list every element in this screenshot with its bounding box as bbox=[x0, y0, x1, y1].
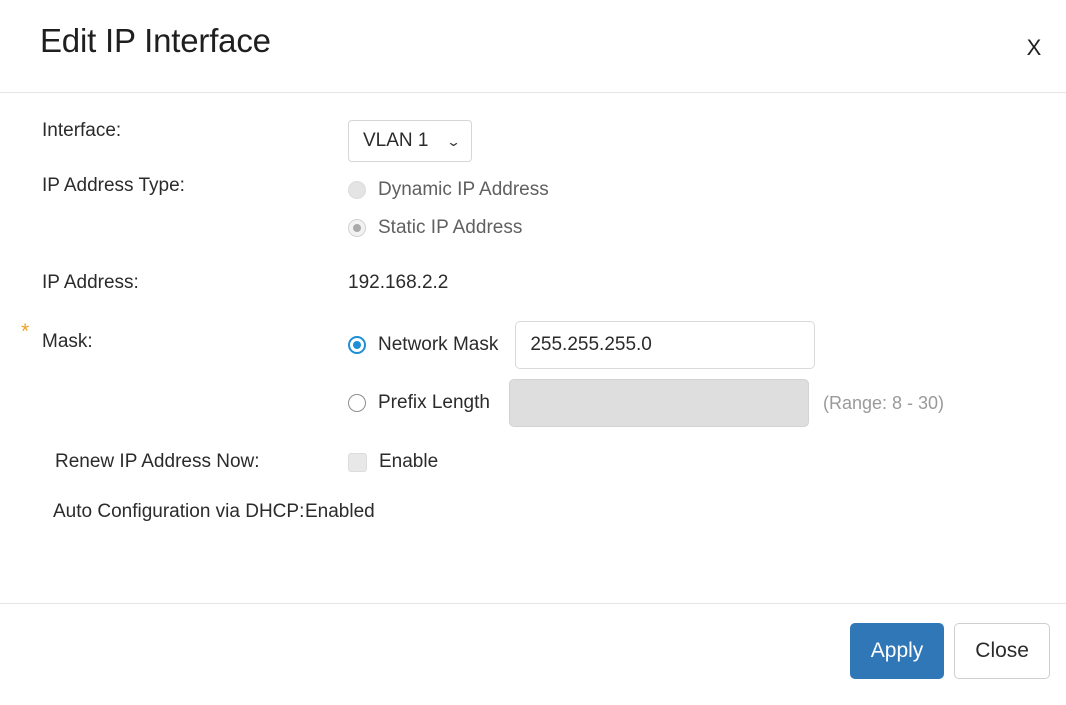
ip-address-label: IP Address: bbox=[42, 272, 139, 293]
network-mask-input[interactable] bbox=[515, 321, 816, 369]
radio-network-mask-control[interactable] bbox=[348, 336, 366, 354]
row-interface: Interface: VLAN 1 ⌄ bbox=[0, 120, 1066, 162]
mask-label-col: * Mask: bbox=[0, 321, 348, 353]
row-mask: * Mask: Network Mask Prefix Length (Rang… bbox=[0, 321, 1066, 427]
apply-button[interactable]: Apply bbox=[849, 623, 945, 679]
auto-config-value: Enabled bbox=[305, 501, 375, 522]
radio-dynamic-ip-address-control[interactable] bbox=[348, 181, 366, 199]
row-ip-address-type: IP Address Type: Dynamic IP Address Stat… bbox=[0, 175, 1066, 243]
radio-prefix-length-label: Prefix Length bbox=[378, 392, 490, 413]
radio-static-ip-address-control[interactable] bbox=[348, 219, 366, 237]
row-ip-address: IP Address: 192.168.2.2 bbox=[0, 272, 1066, 294]
edit-ip-interface-dialog: Edit IP Interface X Interface: VLAN 1 ⌄ … bbox=[0, 0, 1066, 705]
close-icon[interactable]: X bbox=[1017, 31, 1051, 65]
renew-ip-checkbox[interactable] bbox=[348, 452, 367, 472]
dialog-header: Edit IP Interface X bbox=[0, 0, 1066, 93]
radio-static-ip-address-label: Static IP Address bbox=[378, 217, 523, 238]
required-asterisk-icon: * bbox=[21, 320, 30, 343]
mask-prefix-row: Prefix Length (Range: 8 - 30) bbox=[348, 379, 1066, 427]
prefix-length-input[interactable] bbox=[508, 379, 809, 427]
page-title: Edit IP Interface bbox=[40, 22, 271, 59]
renew-ip-label: Renew IP Address Now: bbox=[55, 451, 260, 472]
chevron-down-icon: ⌄ bbox=[446, 133, 461, 149]
interface-value: VLAN 1 ⌄ bbox=[348, 120, 1066, 162]
radio-static-ip-address[interactable]: Static IP Address bbox=[348, 213, 1066, 243]
dialog-body: Interface: VLAN 1 ⌄ IP Address Type: Dyn… bbox=[0, 93, 1066, 603]
mask-options: Network Mask Prefix Length (Range: 8 - 3… bbox=[348, 321, 1066, 427]
renew-ip-checkbox-row[interactable]: Enable bbox=[348, 451, 1066, 473]
close-button[interactable]: Close bbox=[954, 623, 1050, 679]
row-renew-ip: Renew IP Address Now: Enable bbox=[0, 451, 1066, 473]
mask-label: Mask: bbox=[42, 331, 93, 352]
radio-prefix-length-control[interactable] bbox=[348, 394, 366, 412]
radio-dynamic-ip-address[interactable]: Dynamic IP Address bbox=[348, 175, 1066, 205]
interface-select-value: VLAN 1 bbox=[363, 130, 429, 151]
interface-select[interactable]: VLAN 1 ⌄ bbox=[348, 120, 472, 162]
footer-actions: Apply Close bbox=[849, 623, 1050, 679]
interface-label: Interface: bbox=[42, 120, 122, 141]
renew-ip-value-col: Enable bbox=[348, 451, 1066, 473]
radio-dynamic-ip-address-label: Dynamic IP Address bbox=[378, 179, 549, 200]
mask-network-row: Network Mask bbox=[348, 321, 1066, 369]
row-auto-config: Auto Configuration via DHCP: Enabled bbox=[0, 501, 1066, 523]
renew-ip-checkbox-label: Enable bbox=[379, 451, 439, 472]
ip-address-value-col: 192.168.2.2 bbox=[348, 272, 1066, 294]
ip-address-type-options: Dynamic IP Address Static IP Address bbox=[348, 175, 1066, 243]
prefix-length-range-hint: (Range: 8 - 30) bbox=[822, 392, 945, 413]
radio-network-mask-label: Network Mask bbox=[378, 334, 499, 355]
auto-config-label: Auto Configuration via DHCP: bbox=[53, 501, 305, 522]
ip-address-value: 192.168.2.2 bbox=[348, 272, 449, 293]
ip-address-type-label: IP Address Type: bbox=[42, 175, 185, 196]
auto-config-value-col: Enabled bbox=[305, 501, 1066, 523]
dialog-footer: Apply Close bbox=[0, 603, 1066, 705]
